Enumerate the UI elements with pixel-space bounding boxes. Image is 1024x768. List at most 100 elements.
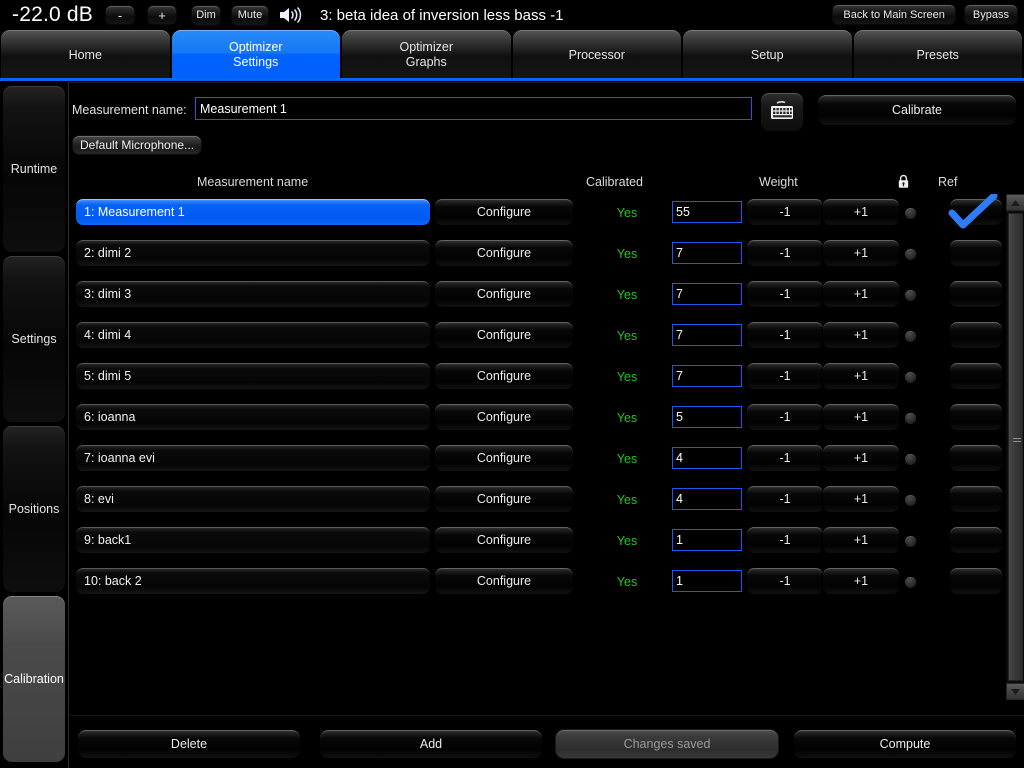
weight-input[interactable] — [672, 242, 742, 264]
weight-input[interactable] — [672, 406, 742, 428]
lock-toggle-dot[interactable] — [905, 249, 916, 260]
weight-decrement-button[interactable]: -1 — [746, 321, 824, 349]
weight-increment-button[interactable]: +1 — [822, 444, 900, 472]
scrollbar-thumb[interactable] — [1008, 213, 1023, 681]
weight-decrement-button[interactable]: -1 — [746, 198, 824, 226]
measurement-name-input[interactable] — [195, 97, 752, 120]
weight-decrement-button[interactable]: -1 — [746, 362, 824, 390]
ref-checkbox[interactable] — [949, 444, 1003, 472]
scroll-down-arrow-icon[interactable] — [1006, 683, 1024, 700]
sidebar-item-positions[interactable]: Positions — [3, 426, 65, 592]
back-to-main-screen-button[interactable]: Back to Main Screen — [832, 4, 956, 25]
tab-home[interactable]: Home — [1, 30, 170, 80]
default-microphone-button[interactable]: Default Microphone... — [72, 135, 203, 155]
lock-toggle-dot[interactable] — [905, 413, 916, 424]
measurement-name-button[interactable]: 7: ioanna evi — [75, 444, 431, 472]
weight-input[interactable] — [672, 324, 742, 346]
weight-increment-button[interactable]: +1 — [822, 526, 900, 554]
weight-decrement-button[interactable]: -1 — [746, 485, 824, 513]
onscreen-keyboard-icon[interactable] — [761, 93, 803, 131]
volume-increase-button[interactable]: + — [147, 5, 177, 25]
configure-button[interactable]: Configure — [434, 280, 574, 308]
weight-decrement-button[interactable]: -1 — [746, 280, 824, 308]
configure-button[interactable]: Configure — [434, 485, 574, 513]
weight-increment-button[interactable]: +1 — [822, 198, 900, 226]
sidebar-item-runtime[interactable]: Runtime — [3, 86, 65, 252]
lock-toggle-dot[interactable] — [905, 536, 916, 547]
measurement-name-button[interactable]: 10: back 2 — [75, 567, 431, 595]
lock-toggle-dot[interactable] — [905, 577, 916, 588]
lock-toggle-dot[interactable] — [905, 208, 916, 219]
lock-toggle-dot[interactable] — [905, 495, 916, 506]
measurement-name-button[interactable]: 4: dimi 4 — [75, 321, 431, 349]
ref-checkbox[interactable] — [949, 526, 1003, 554]
dim-button[interactable]: Dim — [191, 4, 221, 26]
calibrate-button[interactable]: Calibrate — [817, 94, 1017, 126]
weight-increment-button[interactable]: +1 — [822, 485, 900, 513]
weight-decrement-button[interactable]: -1 — [746, 403, 824, 431]
sidebar-item-calibration[interactable]: Calibration — [3, 596, 65, 762]
scroll-up-arrow-icon[interactable] — [1006, 194, 1024, 211]
sidebar-item-settings[interactable]: Settings — [3, 256, 65, 422]
mute-button[interactable]: Mute — [231, 4, 269, 26]
configure-button[interactable]: Configure — [434, 239, 574, 267]
lock-toggle-dot[interactable] — [905, 290, 916, 301]
compute-button[interactable]: Compute — [793, 729, 1017, 759]
tab-processor[interactable]: Processor — [512, 30, 681, 80]
delete-button[interactable]: Delete — [77, 729, 301, 759]
weight-input[interactable] — [672, 201, 742, 223]
calibrated-status: Yes — [616, 575, 638, 589]
measurement-name-button[interactable]: 3: dimi 3 — [75, 280, 431, 308]
tab-optimizer-settings[interactable]: Optimizer Settings — [171, 30, 340, 80]
ref-checkbox[interactable] — [949, 567, 1003, 595]
tab-presets[interactable]: Presets — [853, 30, 1022, 80]
measurement-name-button[interactable]: 2: dimi 2 — [75, 239, 431, 267]
configure-button[interactable]: Configure — [434, 403, 574, 431]
weight-input[interactable] — [672, 283, 742, 305]
configure-button[interactable]: Configure — [434, 567, 574, 595]
tab-optimizer-graphs[interactable]: Optimizer Graphs — [342, 30, 511, 80]
configure-button[interactable]: Configure — [434, 321, 574, 349]
configure-button[interactable]: Configure — [434, 198, 574, 226]
ref-checkbox[interactable] — [949, 321, 1003, 349]
volume-decrease-button[interactable]: - — [105, 5, 135, 25]
bypass-button[interactable]: Bypass — [963, 4, 1018, 25]
weight-increment-button[interactable]: +1 — [822, 239, 900, 267]
measurement-name-button[interactable]: 8: evi — [75, 485, 431, 513]
measurement-name-button[interactable]: 6: ioanna — [75, 403, 431, 431]
weight-input[interactable] — [672, 488, 742, 510]
weight-increment-button[interactable]: +1 — [822, 280, 900, 308]
speaker-volume-icon[interactable] — [278, 5, 304, 25]
lock-toggle-dot[interactable] — [905, 454, 916, 465]
tab-setup[interactable]: Setup — [683, 30, 852, 80]
weight-input[interactable] — [672, 570, 742, 592]
lock-toggle-dot[interactable] — [905, 372, 916, 383]
weight-decrement-button[interactable]: -1 — [746, 239, 824, 267]
measurement-name-button[interactable]: 1: Measurement 1 — [75, 198, 431, 226]
ref-checkbox[interactable] — [949, 403, 1003, 431]
table-scrollbar[interactable] — [1006, 194, 1024, 700]
configure-button[interactable]: Configure — [434, 526, 574, 554]
weight-decrement-button[interactable]: -1 — [746, 526, 824, 554]
measurement-name-button[interactable]: 5: dimi 5 — [75, 362, 431, 390]
ref-checkbox[interactable] — [949, 485, 1003, 513]
lock-toggle-dot[interactable] — [905, 331, 916, 342]
add-button[interactable]: Add — [319, 729, 543, 759]
ref-checkbox[interactable] — [949, 362, 1003, 390]
configure-button[interactable]: Configure — [434, 362, 574, 390]
ref-checkbox[interactable] — [949, 239, 1003, 267]
weight-increment-button[interactable]: +1 — [822, 321, 900, 349]
table-row: 2: dimi 2 Configure Yes -1 +1 — [69, 236, 1024, 277]
configure-button[interactable]: Configure — [434, 444, 574, 472]
weight-decrement-button[interactable]: -1 — [746, 567, 824, 595]
weight-decrement-button[interactable]: -1 — [746, 444, 824, 472]
weight-input[interactable] — [672, 447, 742, 469]
weight-increment-button[interactable]: +1 — [822, 567, 900, 595]
weight-increment-button[interactable]: +1 — [822, 362, 900, 390]
ref-checkbox[interactable] — [949, 198, 1003, 226]
weight-input[interactable] — [672, 529, 742, 551]
measurement-name-button[interactable]: 9: back1 — [75, 526, 431, 554]
ref-checkbox[interactable] — [949, 280, 1003, 308]
weight-input[interactable] — [672, 365, 742, 387]
weight-increment-button[interactable]: +1 — [822, 403, 900, 431]
